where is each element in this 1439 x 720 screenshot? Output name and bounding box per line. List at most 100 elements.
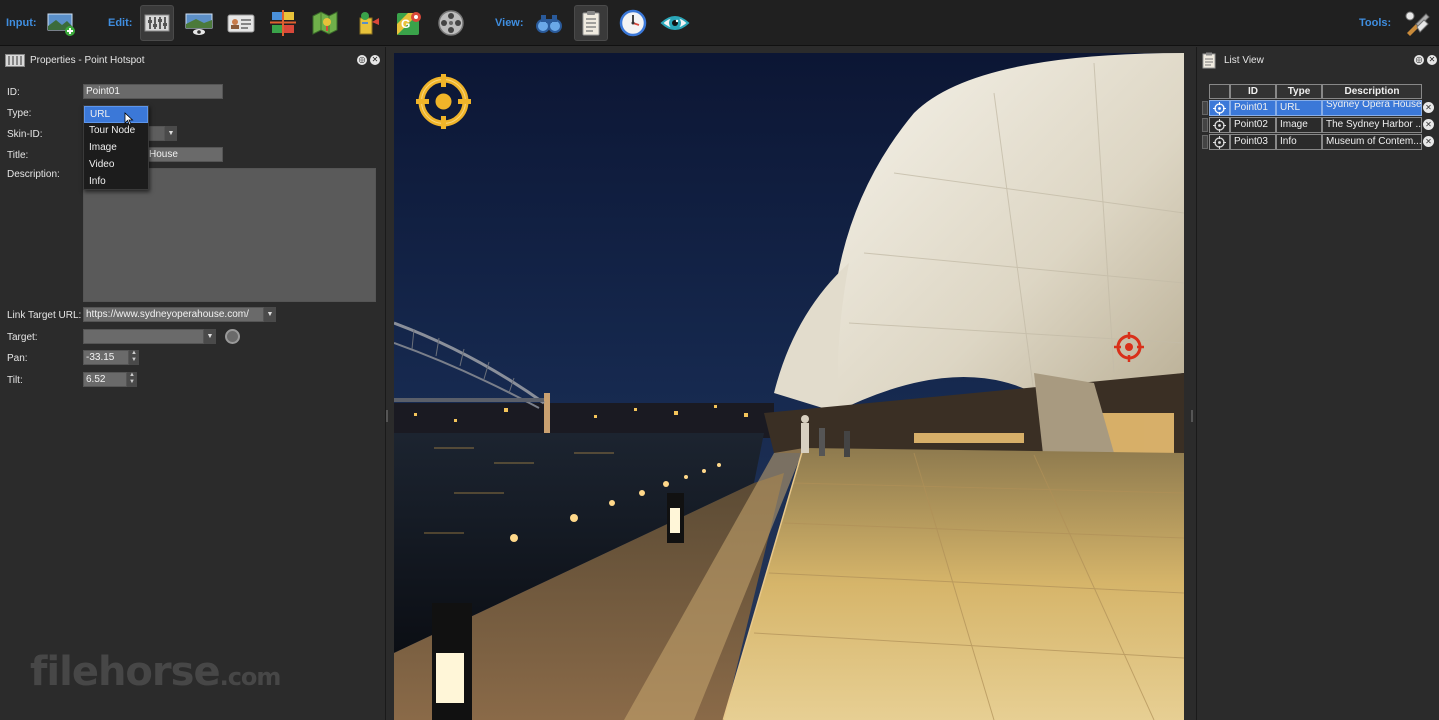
viewing-parameters-button[interactable] [182,5,216,41]
row-type-cell: Image [1276,117,1322,133]
target-dropdown-arrow-icon[interactable]: ▼ [204,329,216,344]
row-description-cell[interactable]: The Sydney Harbor ... [1322,117,1422,133]
id-field[interactable]: Point01 [83,84,223,99]
row-id-cell: Point03 [1230,134,1276,150]
properties-panel-title: Properties - Point Hotspot [30,55,145,66]
svg-text:G: G [401,17,410,31]
row-delete-icon[interactable]: ✕ [1423,119,1434,130]
main-toolbar: Input: Edit: G View: Tools: [0,0,1439,46]
type-option-image[interactable]: Image [84,140,148,157]
link-target-url-dropdown-arrow-icon[interactable]: ▼ [264,307,276,322]
hotspot-type-icon [1209,100,1230,116]
add-panorama-icon [47,13,75,36]
id-label: ID: [7,87,20,98]
clock-button[interactable] [616,5,650,41]
list-view-close-icon[interactable]: ✕ [1427,55,1437,65]
type-option-video[interactable]: Video [84,157,148,174]
tools-icon [1405,11,1430,36]
column-header-icon [1209,84,1230,99]
tour-map-icon [312,11,338,35]
list-view-clipboard-icon [1202,52,1216,69]
skin-id-label: Skin-ID: [7,129,43,140]
input-label: Input: [6,17,37,29]
list-view-panel-header: List View ◎ ✕ [1197,52,1439,69]
clock-icon [619,9,647,37]
edit-label: Edit: [108,17,133,29]
table-row[interactable]: Point03 Info Museum of Contem... ✕ [1202,134,1434,150]
list-view-panel: List View ◎ ✕ ID Type Description Point0… [1196,47,1439,720]
user-data-icon [227,14,255,33]
table-row[interactable]: Point01 URL Sydney Opera House ✕ [1202,100,1434,116]
description-label: Description: [7,169,60,180]
type-option-info[interactable]: Info [84,174,148,191]
tour-map-point-button[interactable] [350,5,384,41]
user-data-button[interactable] [224,5,258,41]
panel-float-icon[interactable]: ◎ [357,55,367,65]
hotspot-type-icon [1209,134,1230,150]
type-option-url[interactable]: URL [84,106,148,123]
list-view-float-icon[interactable]: ◎ [1414,55,1424,65]
clipboard-icon [582,11,600,36]
binoculars-button[interactable] [532,5,566,41]
watermark-suffix: .com [219,663,282,691]
row-delete-icon[interactable]: ✕ [1423,136,1434,147]
hotspot-type-icon [1209,117,1230,133]
add-panorama-button[interactable] [44,5,78,41]
pan-stepper[interactable]: ▲ ▼ [129,350,139,365]
tilt-stepper[interactable]: ▲ ▼ [127,372,137,387]
type-option-tour-node[interactable]: Tour Node [84,123,148,140]
tools-button[interactable] [1400,5,1434,41]
row-description-cell[interactable]: Sydney Opera House [1322,100,1422,116]
hotspot-point01-icon[interactable] [416,74,471,129]
left-splitter-handle[interactable] [386,410,388,422]
table-row[interactable]: Point02 Image The Sydney Harbor ... ✕ [1202,117,1434,133]
eye-icon [660,16,690,30]
column-header-id[interactable]: ID [1230,84,1276,99]
panorama-viewport[interactable] [394,53,1184,720]
hotspot-point02-icon[interactable] [1114,332,1144,362]
tilt-label: Tilt: [7,375,23,386]
type-dropdown-menu: URL Tour Node Image Video Info [83,105,149,190]
google-maps-button[interactable]: G [392,5,426,41]
media-reel-icon [438,10,464,36]
binoculars-icon [536,15,562,33]
eye-button[interactable] [658,5,692,41]
row-description-cell[interactable]: Museum of Contem... [1322,134,1422,150]
viewing-parameters-icon [185,13,213,35]
properties-panel-icon [5,54,25,67]
mouse-cursor-icon [124,112,134,126]
watermark-text: filehorse [30,649,221,695]
skin-id-dropdown-arrow-icon[interactable]: ▼ [165,126,177,141]
target-select[interactable] [83,329,204,344]
right-splitter-handle[interactable] [1191,410,1193,422]
tour-browser-button[interactable] [266,5,300,41]
pan-label: Pan: [7,353,28,364]
column-header-type[interactable]: Type [1276,84,1322,99]
link-target-url-field[interactable]: https://www.sydneyoperahouse.com/ [83,307,264,322]
tour-map-point-icon [359,12,379,35]
tour-map-button[interactable] [308,5,342,41]
clipboard-button[interactable] [574,5,608,41]
tour-browser-icon [270,10,296,36]
properties-panel: Properties - Point Hotspot ◎ ✕ ID: Point… [0,47,386,720]
row-delete-icon[interactable]: ✕ [1423,102,1434,113]
google-maps-icon: G [397,12,421,35]
properties-button[interactable] [140,5,174,41]
row-drag-handle[interactable] [1202,101,1208,115]
tilt-field[interactable]: 6.52 [83,372,127,387]
row-drag-handle[interactable] [1202,118,1208,132]
row-drag-handle[interactable] [1202,135,1208,149]
pan-field[interactable]: -33.15 [83,350,129,365]
row-id-cell: Point02 [1230,117,1276,133]
title-label: Title: [7,150,29,161]
tools-label: Tools: [1359,17,1392,29]
target-pick-button[interactable] [225,329,240,344]
panel-close-icon[interactable]: ✕ [370,55,380,65]
target-label: Target: [7,332,38,343]
list-view-title: List View [1224,55,1264,66]
column-header-description[interactable]: Description [1322,84,1422,99]
sliders-icon [144,14,170,32]
row-type-cell: Info [1276,134,1322,150]
view-label: View: [495,17,524,29]
media-reel-button[interactable] [434,5,468,41]
